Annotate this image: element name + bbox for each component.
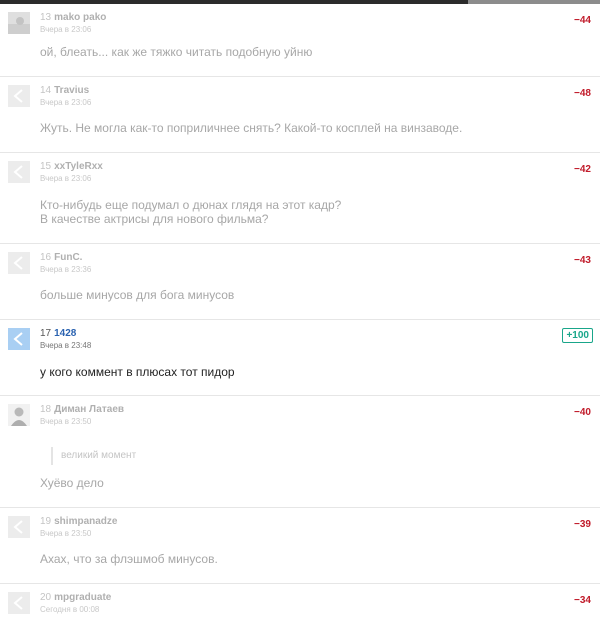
comment-score: −42 [574, 164, 591, 175]
comment-number: 14 [40, 85, 52, 96]
comment-time[interactable]: Вчера в 23:06 [40, 174, 91, 183]
comment-meta: 14 Travius [40, 85, 89, 96]
comment-author[interactable]: FunC. [54, 252, 82, 263]
avatar[interactable] [8, 516, 30, 538]
comment-meta: 17 1428 [40, 328, 76, 339]
comment-meta: 19 shimpanadze [40, 516, 117, 527]
comment-number: 19 [40, 516, 52, 527]
comment-meta: 15 xxTyleRxx [40, 161, 103, 172]
avatar[interactable] [8, 12, 30, 34]
avatar[interactable] [8, 85, 30, 107]
quoted-reply[interactable]: великий момент [51, 447, 136, 465]
comment-number: 20 [40, 592, 52, 603]
comment: 14 Travius Вчера в 23:06 −48 Жуть. Не мог… [0, 77, 600, 153]
comment-meta: 18 Диман Латаев [40, 404, 124, 415]
comment-number: 16 [40, 252, 52, 263]
avatar[interactable] [8, 161, 30, 183]
default-avatar-icon [8, 252, 30, 274]
comment-author[interactable]: 1428 [54, 328, 76, 339]
comment-text: у кого коммент в плюсах тот пидор [40, 365, 235, 379]
comment-meta: 16 FunC. [40, 252, 82, 263]
comment-author[interactable]: xxTyleRxx [54, 161, 103, 172]
comment-time[interactable]: Вчера в 23:50 [40, 417, 91, 426]
comment: 13 mako pako Вчера в 23:06 −44 ой, блеать… [0, 4, 600, 77]
comment: 17 1428 Вчера в 23:48 +100 у кого коммент… [0, 320, 600, 396]
comment-meta: 13 mako pako [40, 12, 106, 23]
user-photo-icon [8, 404, 30, 426]
comment-score: +100 [562, 328, 593, 343]
comment: 16 FunC. Вчера в 23:36 −43 больше минусов… [0, 244, 600, 320]
user-photo-icon [8, 12, 30, 34]
comment-score: −34 [574, 595, 591, 606]
comment-author[interactable]: mako pako [54, 12, 106, 23]
comment-text: ой, блеать... как же тяжко читать подобн… [40, 45, 313, 59]
comment-time[interactable]: Вчера в 23:48 [40, 341, 91, 350]
comment-text: Жуть. Не могла как-то поприличнее снять?… [40, 121, 463, 135]
avatar[interactable] [8, 252, 30, 274]
comment-number: 13 [40, 12, 52, 23]
comment: 18 Диман Латаев Вчера в 23:50 −40 великий… [0, 396, 600, 508]
comment-score: −43 [574, 255, 591, 266]
comment-author[interactable]: Диман Латаев [54, 404, 124, 415]
comment-score: −39 [574, 519, 591, 530]
avatar[interactable] [8, 328, 30, 350]
avatar[interactable] [8, 404, 30, 426]
comment-time[interactable]: Вчера в 23:06 [40, 98, 91, 107]
default-avatar-icon [8, 85, 30, 107]
comment-number: 15 [40, 161, 52, 172]
avatar[interactable] [8, 592, 30, 614]
default-avatar-icon [8, 516, 30, 538]
default-avatar-icon [8, 592, 30, 614]
default-avatar-icon [8, 161, 30, 183]
comment-text: Кто-нибудь еще подумал о дюнах глядя на … [40, 198, 342, 212]
comment: 15 xxTyleRxx Вчера в 23:06 −42 Кто-нибудь… [0, 153, 600, 244]
comment-author[interactable]: shimpanadze [54, 516, 117, 527]
comment-meta: 20 mpgraduate [40, 592, 111, 603]
comment: 19 shimpanadze Вчера в 23:50 −39 Ахах, чт… [0, 508, 600, 584]
comment-score: −48 [574, 88, 591, 99]
comment-time[interactable]: Вчера в 23:36 [40, 265, 91, 274]
comment-score: −44 [574, 15, 591, 26]
default-avatar-icon [8, 328, 30, 350]
comment-time[interactable]: Вчера в 23:06 [40, 25, 91, 34]
comment-text: Ахах, что за флэшмоб минусов. [40, 552, 218, 566]
comment-score: −40 [574, 407, 591, 418]
comment-author[interactable]: mpgraduate [54, 592, 111, 603]
comment-text: В качестве актрисы для нового фильма? [40, 212, 269, 226]
comment-author[interactable]: Travius [54, 85, 89, 96]
comment-text: Хуёво дело [40, 476, 104, 490]
comment-time[interactable]: Сегодня в 00:08 [40, 605, 99, 614]
comment-number: 18 [40, 404, 52, 415]
comment: 20 mpgraduate Сегодня в 00:08 −34 [0, 584, 600, 644]
comment-number: 17 [40, 328, 52, 339]
comment-time[interactable]: Вчера в 23:50 [40, 529, 91, 538]
comment-text: больше минусов для бога минусов [40, 288, 235, 302]
